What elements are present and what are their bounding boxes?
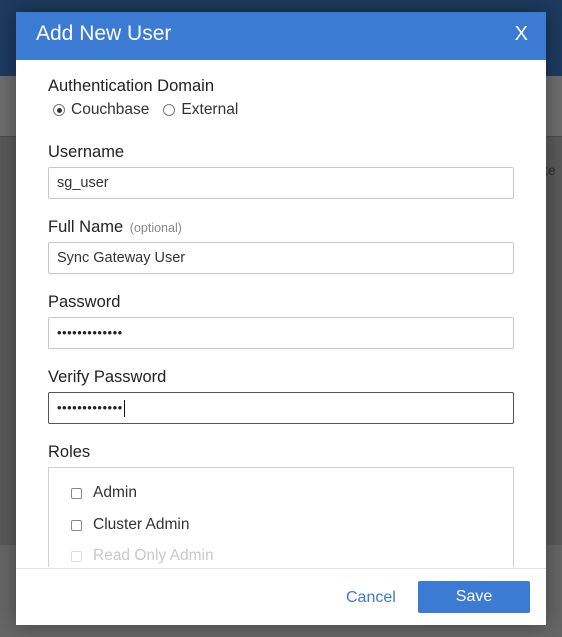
role-admin-checkbox[interactable] xyxy=(71,487,82,499)
auth-domain-couchbase-option[interactable]: Couchbase xyxy=(53,101,149,119)
text-caret xyxy=(123,400,125,417)
roles-list[interactable]: Admin Cluster Admin Read Only Admin xyxy=(48,467,514,567)
full-name-input[interactable]: Sync Gateway User xyxy=(48,242,514,274)
role-item-cluster-admin[interactable]: Cluster Admin xyxy=(71,516,189,534)
verify-password-masked-value: ••••••••••••• xyxy=(57,400,123,416)
role-cluster-admin-checkbox[interactable] xyxy=(71,519,82,531)
auth-domain-external-option[interactable]: External xyxy=(163,101,238,119)
role-item-read-only-admin[interactable]: Read Only Admin xyxy=(71,547,214,565)
username-label: Username xyxy=(48,143,125,161)
password-masked-value: ••••••••••••• xyxy=(57,325,123,340)
password-label: Password xyxy=(48,293,121,311)
close-button[interactable]: X xyxy=(515,23,528,46)
couchbase-radio-label: Couchbase xyxy=(71,101,150,118)
external-radio[interactable] xyxy=(163,104,176,116)
auth-domain-radio-group: Couchbase External xyxy=(53,101,252,119)
role-read-only-admin-label: Read Only Admin xyxy=(93,547,214,564)
role-item-admin[interactable]: Admin xyxy=(71,484,137,502)
add-user-dialog: Add New User X Authentication Domain Cou… xyxy=(16,12,546,625)
verify-password-input[interactable]: ••••••••••••• xyxy=(48,392,514,424)
roles-label: Roles xyxy=(48,443,91,461)
role-cluster-admin-label: Cluster Admin xyxy=(93,516,190,533)
couchbase-radio[interactable] xyxy=(53,104,65,116)
dialog-footer: Cancel Save xyxy=(16,568,546,625)
verify-password-label: Verify Password xyxy=(48,368,167,386)
username-input[interactable]: sg_user xyxy=(48,167,514,199)
role-admin-label: Admin xyxy=(93,484,137,501)
full-name-optional-hint: (optional) xyxy=(129,221,182,235)
dialog-header: Add New User X xyxy=(16,12,546,60)
full-name-label-text: Full Name xyxy=(48,218,124,236)
external-radio-label: External xyxy=(181,101,239,118)
save-button[interactable]: Save xyxy=(418,581,530,613)
auth-domain-label: Authentication Domain xyxy=(48,77,215,95)
dialog-title: Add New User xyxy=(36,22,172,45)
full-name-label: Full Name (optional) xyxy=(48,218,182,237)
password-input[interactable]: ••••••••••••• xyxy=(48,317,514,349)
cancel-button[interactable]: Cancel xyxy=(346,589,396,607)
role-read-only-admin-checkbox[interactable] xyxy=(71,550,82,562)
